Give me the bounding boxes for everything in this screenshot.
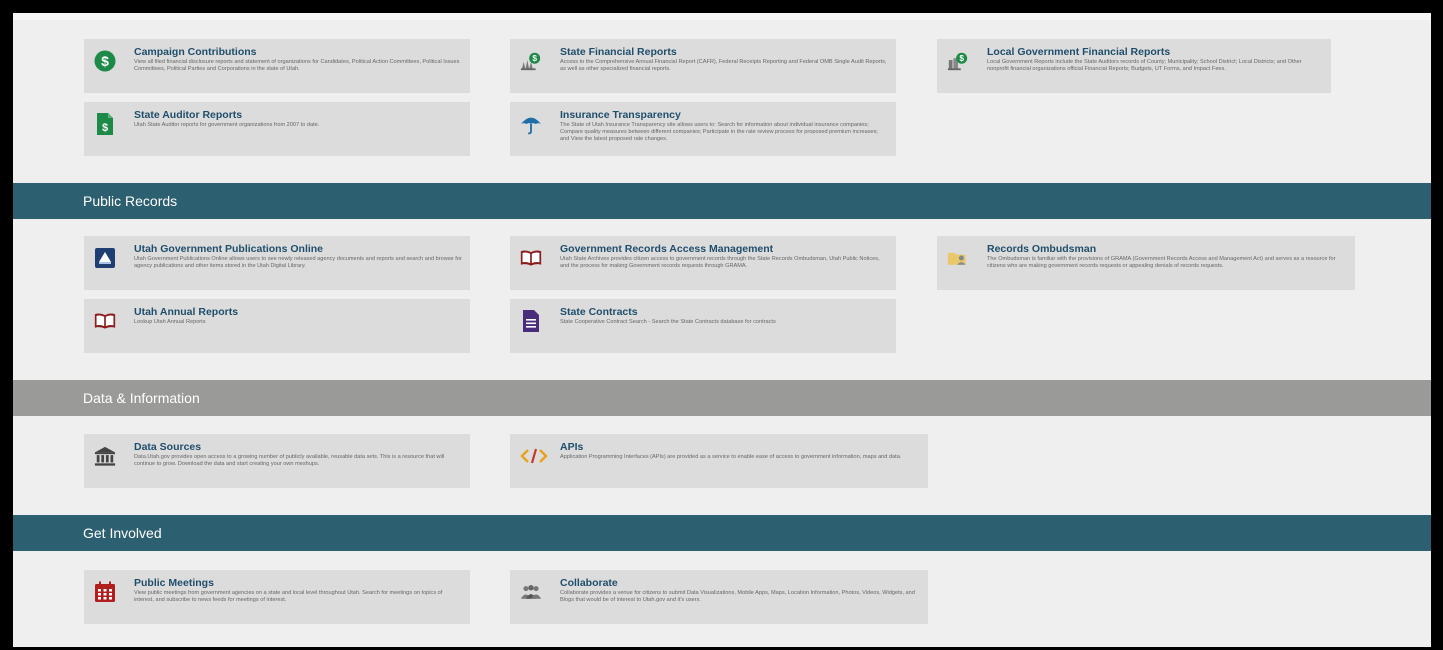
card-data-sources[interactable]: Data Sources Data.Utah.gov provides open… [84,434,470,488]
card-state-contracts[interactable]: State Contracts State Cooperative Contra… [510,299,896,353]
dollar-circle-icon: $ [94,49,116,73]
svg-text:$: $ [532,54,537,63]
card-title[interactable]: Local Government Financial Reports [987,46,1323,58]
section-header-get-involved: Get Involved [13,515,1431,551]
card-description: Application Programming Interfaces (APIs… [560,454,902,460]
card-description: Lookup Utah Annual Reports [134,319,206,325]
card-description: The State of Utah Insurance Transparency… [560,122,878,143]
card-title[interactable]: Utah Government Publications Online [134,243,462,255]
card-insurance-transparency[interactable]: Insurance Transparency The State of Utah… [510,102,896,156]
umbrella-icon [520,112,542,136]
card-description: Collaborate provides a venue for citizen… [560,590,915,604]
calendar-icon [94,580,116,604]
card-description: Local Government Reports include the Sta… [987,59,1302,73]
card-title[interactable]: State Auditor Reports [134,109,462,121]
card-apis[interactable]: APIs Application Programming Interfaces … [510,434,928,488]
card-utah-annual-reports[interactable]: Utah Annual Reports Lookup Utah Annual R… [84,299,470,353]
card-description: View public meetings from government age… [134,590,443,604]
svg-text:$: $ [102,122,108,134]
card-public-meetings[interactable]: Public Meetings View public meetings fro… [84,570,470,624]
svg-text:$: $ [959,54,964,63]
card-title[interactable]: Data Sources [134,441,462,453]
section-header-data-information: Data & Information [13,380,1431,416]
card-description: Data.Utah.gov provides open access to a … [134,454,445,468]
card-state-auditor-reports[interactable]: $ State Auditor Reports Utah State Audit… [84,102,470,156]
bank-columns-icon [94,444,116,468]
card-description: Utah State Auditor reports for governmen… [134,122,320,128]
card-title[interactable]: Utah Annual Reports [134,306,462,318]
open-book-icon [94,309,116,333]
card-title[interactable]: APIs [560,441,920,453]
card-description: Utah State Archives provides citizen acc… [560,256,880,270]
page-content: $ Campaign Contributions View all filed … [13,13,1431,647]
publication-icon [94,246,116,270]
card-government-records-access-management[interactable]: Government Records Access Management Uta… [510,236,896,290]
card-state-financial-reports[interactable]: $ State Financial Reports Access to the … [510,39,896,93]
card-title[interactable]: Campaign Contributions [134,46,462,58]
card-campaign-contributions[interactable]: $ Campaign Contributions View all filed … [84,39,470,93]
capitol-dollar-icon: $ [520,49,542,73]
card-title[interactable]: Public Meetings [134,577,462,589]
card-utah-government-publications-online[interactable]: Utah Government Publications Online Utah… [84,236,470,290]
building-dollar-icon: $ [947,49,969,73]
card-title[interactable]: Insurance Transparency [560,109,888,121]
document-lines-icon [520,309,542,333]
open-book-icon [520,246,542,270]
card-description: View all filed financial disclosure repo… [134,59,460,73]
card-description: Utah Government Publications Online allo… [134,256,462,270]
card-description: Access to the Comprehensive Annual Finan… [560,59,887,73]
code-brackets-icon [520,444,548,468]
top-strip [13,13,1431,20]
card-title[interactable]: State Financial Reports [560,46,888,58]
card-collaborate[interactable]: Collaborate Collaborate provides a venue… [510,570,928,624]
folder-person-icon [947,246,969,270]
card-local-government-financial-reports[interactable]: $ Local Government Financial Reports Loc… [937,39,1331,93]
card-title[interactable]: Collaborate [560,577,920,589]
card-title[interactable]: State Contracts [560,306,888,318]
document-dollar-icon: $ [94,112,116,136]
card-title[interactable]: Records Ombudsman [987,243,1347,255]
card-records-ombudsman[interactable]: Records Ombudsman The Ombudsman is famil… [937,236,1355,290]
svg-text:$: $ [101,53,109,69]
section-header-public-records: Public Records [13,183,1431,219]
people-group-icon [520,580,542,604]
card-description: State Cooperative Contract Search - Sear… [560,319,776,325]
card-description: The Ombudsman is familiar with the provi… [987,256,1336,270]
card-title[interactable]: Government Records Access Management [560,243,888,255]
